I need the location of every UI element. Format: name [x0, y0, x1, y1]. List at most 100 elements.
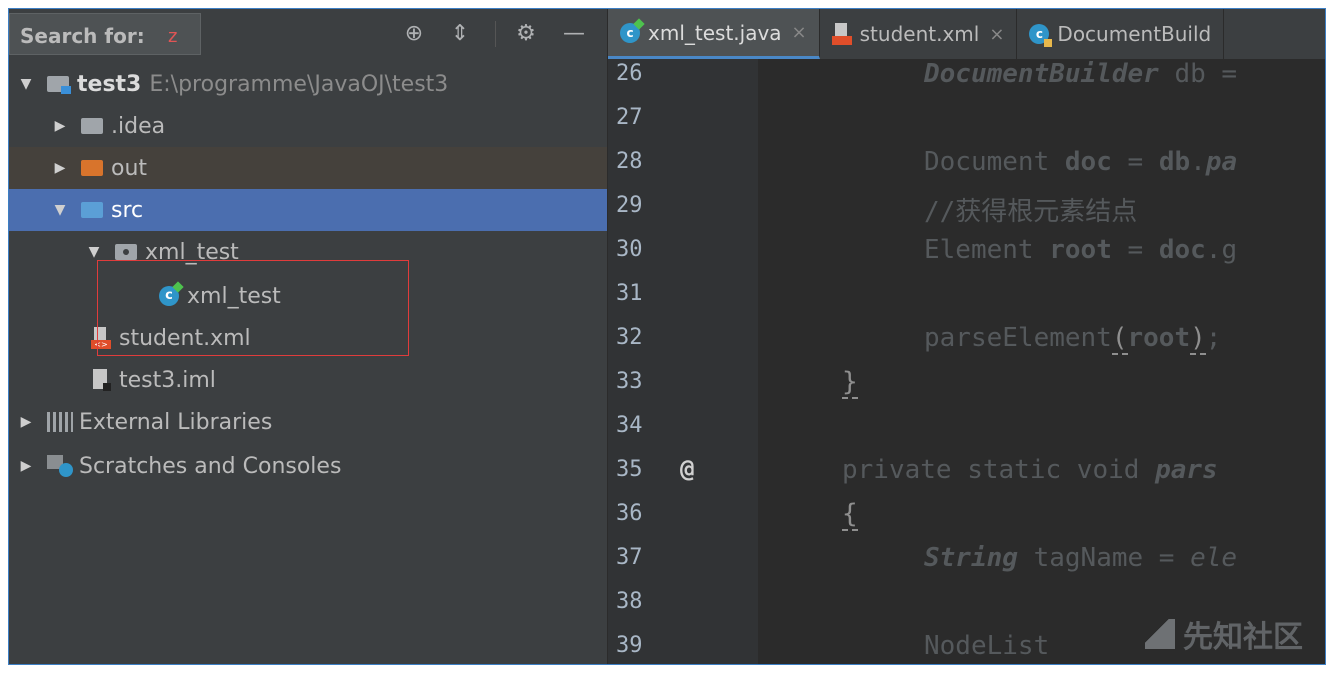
expanded-arrow-icon[interactable]: ▼: [19, 76, 33, 92]
collapsed-arrow-icon[interactable]: ▶: [19, 414, 33, 430]
line-number: 38: [616, 589, 643, 614]
tree-item-label: Scratches and Consoles: [79, 453, 342, 479]
tab-document-builder[interactable]: c DocumentBuild: [1017, 9, 1225, 59]
code-token: root: [1127, 323, 1191, 353]
code-token: =: [1111, 147, 1159, 177]
tree-item-label: out: [111, 155, 148, 181]
code-token: pa: [1205, 147, 1238, 177]
watermark: 先知社区: [1145, 612, 1303, 656]
code-line-30: Element root = doc.g: [924, 235, 1237, 265]
source-folder-icon: [81, 202, 103, 218]
tree-item-src[interactable]: ▼ src: [9, 189, 607, 231]
code-token: Document: [924, 147, 1065, 177]
code-token: parseElement: [924, 323, 1112, 353]
code-token: .g: [1205, 235, 1238, 265]
line-number: 36: [616, 501, 643, 526]
toolbar-divider: [495, 21, 496, 47]
tree-item-test3-iml[interactable]: test3.iml: [9, 359, 607, 401]
xml-file-icon: [831, 23, 852, 45]
tree-item-scratches[interactable]: ▶ Scratches and Consoles: [9, 445, 607, 487]
line-number: 27: [616, 105, 643, 130]
code-token: (: [1111, 323, 1128, 355]
tree-item-label: External Libraries: [79, 409, 273, 435]
code-token: private static void: [842, 455, 1156, 485]
tab-xml-test-java[interactable]: c xml_test.java ×: [608, 9, 820, 59]
search-query[interactable]: z: [168, 26, 177, 47]
line-number: 26: [616, 61, 643, 86]
line-gutter: 26 27 28 29 30 31 32 33 34 35 36 37 38 3…: [608, 59, 758, 664]
collapse-all-icon[interactable]: ⇕: [447, 19, 473, 47]
code-token: pars: [1155, 455, 1218, 485]
code-token: }: [842, 367, 858, 399]
module-file-icon: [93, 369, 111, 391]
close-icon[interactable]: ×: [989, 24, 1004, 45]
package-icon: [115, 244, 137, 260]
tab-label: student.xml: [859, 22, 980, 46]
tab-student-xml[interactable]: student.xml ×: [820, 9, 1018, 59]
code-token: doc: [1158, 235, 1206, 265]
speed-search-box[interactable]: Search for: z: [9, 13, 201, 55]
folder-icon: [81, 118, 103, 134]
line-number: 34: [616, 413, 643, 438]
tab-label: DocumentBuild: [1057, 22, 1212, 46]
code-line-26: DocumentBuilder db =: [924, 59, 1237, 89]
code-token: =: [1111, 235, 1159, 265]
tree-item-project-test3[interactable]: ▼ test3 E:\programme\JavaOJ\test3: [9, 63, 607, 105]
collapsed-arrow-icon[interactable]: ▶: [53, 160, 67, 176]
code-token: String: [924, 543, 1018, 573]
collapsed-arrow-icon[interactable]: ▶: [53, 118, 67, 134]
tree-item-label: .idea: [111, 113, 166, 139]
code-token: .: [1190, 147, 1206, 177]
code-token: ele: [1190, 543, 1238, 573]
scratches-icon: [47, 455, 73, 477]
code-token: root: [1049, 235, 1112, 265]
watermark-logo-icon: [1145, 619, 1175, 649]
tree-item-idea[interactable]: ▶ .idea: [9, 105, 607, 147]
code-line-36: {: [842, 499, 858, 531]
code-token: DocumentBuilder: [924, 59, 1159, 89]
tab-label: xml_test.java: [648, 20, 782, 45]
line-number: 31: [616, 281, 643, 306]
project-toolbar: Search for: z ⊕ ⇕ ⚙ —: [9, 9, 607, 59]
code-line-28: Document doc = db.pa: [924, 147, 1237, 177]
editor-tabs: c xml_test.java × student.xml × c Docume…: [608, 9, 1325, 60]
code-area[interactable]: DocumentBuilder db = Document doc = db.p…: [758, 59, 1325, 664]
project-path: E:\programme\JavaOJ\test3: [149, 71, 449, 97]
tree-item-label: test3: [77, 71, 142, 97]
gear-icon[interactable]: ⚙: [513, 19, 539, 47]
code-token: db: [1158, 147, 1191, 177]
tree-item-label: src: [111, 197, 144, 223]
libraries-icon: [47, 412, 73, 432]
code-line-29: //获得根元素结点: [924, 197, 1138, 227]
close-icon[interactable]: ×: [792, 22, 807, 43]
expanded-arrow-icon[interactable]: ▼: [53, 202, 67, 218]
editor-area: c xml_test.java × student.xml × c Docume…: [608, 9, 1325, 664]
code-line-32: parseElement(root);: [924, 323, 1222, 355]
line-number: 37: [616, 545, 643, 570]
line-number: 39: [616, 633, 643, 658]
java-class-icon: c: [620, 22, 640, 43]
excluded-folder-icon: [81, 160, 103, 176]
code-line-35: private static void pars: [842, 455, 1218, 485]
locate-icon[interactable]: ⊕: [401, 19, 427, 47]
project-folder-icon: [47, 76, 71, 94]
line-number: 33: [616, 369, 643, 394]
library-class-icon: c: [1029, 24, 1053, 47]
line-number: 32: [616, 325, 643, 350]
expanded-arrow-icon[interactable]: ▼: [87, 244, 101, 260]
code-token: Element: [924, 235, 1050, 265]
tree-item-out[interactable]: ▶ out: [9, 147, 607, 189]
tree-item-external-libraries[interactable]: ▶ External Libraries: [9, 401, 607, 443]
code-token: ;: [1205, 323, 1222, 353]
line-number: 28: [616, 149, 643, 174]
code-token: {: [842, 499, 858, 531]
hide-icon[interactable]: —: [561, 19, 587, 47]
code-token: tagName =: [1017, 543, 1191, 573]
collapsed-arrow-icon[interactable]: ▶: [19, 458, 33, 474]
override-marker-icon[interactable]: @: [680, 455, 694, 483]
search-label: Search for:: [20, 24, 145, 48]
line-number: 30: [616, 237, 643, 262]
code-token: doc: [1064, 147, 1112, 177]
watermark-text: 先知社区: [1183, 620, 1303, 655]
code-line-37: String tagName = ele: [924, 543, 1237, 573]
